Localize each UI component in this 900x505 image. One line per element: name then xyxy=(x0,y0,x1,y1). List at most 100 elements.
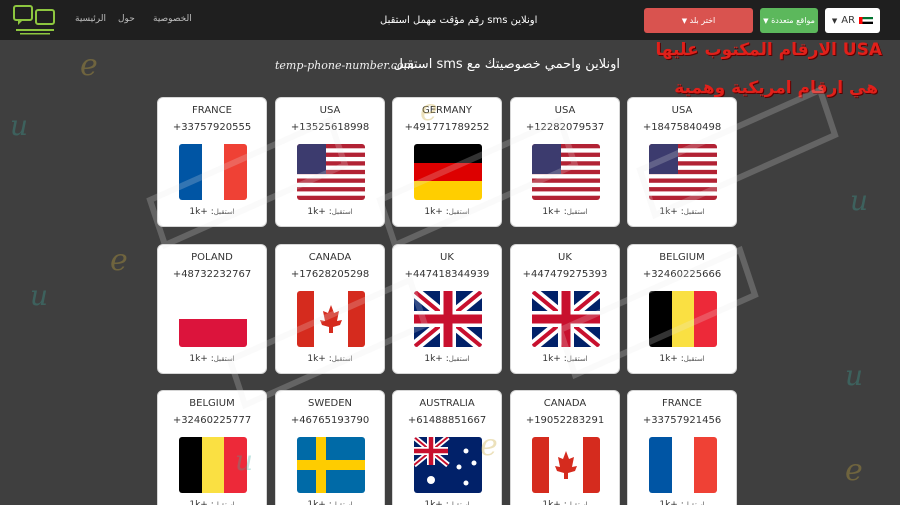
card-received-count: 1k+ :استقبل xyxy=(393,500,501,505)
number-card[interactable]: BELGIUM +32460225666 1k+ :استقبل xyxy=(627,244,737,374)
nav-link-home[interactable]: الرئيسية xyxy=(75,14,106,24)
card-country: CANADA xyxy=(308,252,352,263)
card-phone-number[interactable]: +12282079537 xyxy=(511,122,619,133)
received-label: استقبل xyxy=(448,208,470,216)
received-value: 1k+ xyxy=(424,207,443,217)
uae-flag-icon xyxy=(859,17,874,24)
card-country: UK xyxy=(558,252,572,263)
number-card[interactable]: UK +447418344939 1k+ :استقبل xyxy=(392,244,502,374)
received-label: استقبل xyxy=(213,355,235,363)
number-card[interactable]: USA +18475840498 1k+ :استقبل xyxy=(627,97,737,227)
received-value: 1k+ xyxy=(424,354,443,364)
svg-text:e: e xyxy=(80,48,98,83)
number-card[interactable]: GERMANY +491771789252 1k+ :استقبل xyxy=(392,97,502,227)
received-label: استقبل xyxy=(213,208,235,216)
card-phone-number[interactable]: +32460225777 xyxy=(158,415,266,426)
card-country: GERMANY xyxy=(421,105,473,116)
heading-text: استقبل sms اونلاين واحمي خصوصيتك مع xyxy=(393,57,620,72)
card-phone-number[interactable]: +447418344939 xyxy=(393,269,501,280)
received-label: استقبل xyxy=(566,355,588,363)
card-phone-number[interactable]: +18475840498 xyxy=(628,122,736,133)
flag-us-icon xyxy=(649,144,717,200)
flag-be-icon xyxy=(179,437,247,493)
card-phone-number[interactable]: +46765193790 xyxy=(276,415,384,426)
card-phone-number[interactable]: +48732232767 xyxy=(158,269,266,280)
card-received-count: 1k+ :استقبل xyxy=(189,354,235,364)
card-phone-number[interactable]: +447479275393 xyxy=(511,269,619,280)
card-received-count: 1k+ :استقبل xyxy=(276,500,384,505)
number-card[interactable]: BELGIUM +32460225777 1k+ :استقبل xyxy=(157,390,267,505)
multiple-sites-button[interactable]: ▼ مواقع متعددة xyxy=(760,8,818,33)
nav-link-about[interactable]: حول xyxy=(118,14,135,24)
flag-pl-icon xyxy=(179,291,247,347)
card-received-count: 1k+ :استقبل xyxy=(307,354,353,364)
received-label: استقبل xyxy=(331,355,353,363)
caret-down-icon: ▼ xyxy=(681,16,688,25)
number-card[interactable]: CANADA +17628205298 1k+ :استقبل xyxy=(275,244,385,374)
card-country: BELGIUM xyxy=(659,252,705,263)
received-label: استقبل xyxy=(331,501,353,505)
received-value: 1k+ xyxy=(307,207,326,217)
card-phone-number[interactable]: +17628205298 xyxy=(276,269,384,280)
card-country: USA xyxy=(319,105,341,116)
number-card[interactable]: SWEDEN +46765193790 1k+ :استقبل xyxy=(275,390,385,505)
received-label: استقبل xyxy=(331,208,353,216)
flag-be-icon xyxy=(649,291,717,347)
number-card[interactable]: USA +13525618998 1k+ :استقبل xyxy=(275,97,385,227)
number-card[interactable]: POLAND +48732232767 1k+ :استقبل xyxy=(157,244,267,374)
card-phone-number[interactable]: +13525618998 xyxy=(276,122,384,133)
received-value: 1k+ xyxy=(542,500,561,505)
card-phone-number[interactable]: +491771789252 xyxy=(393,122,501,133)
flag-uk-icon xyxy=(414,291,482,347)
svg-text:u: u xyxy=(10,109,28,142)
received-label: استقبل xyxy=(683,501,705,505)
number-card[interactable]: USA +12282079537 1k+ :استقبل xyxy=(510,97,620,227)
received-label: استقبل xyxy=(566,208,588,216)
number-card[interactable]: FRANCE +33757920555 1k+ :استقبل xyxy=(157,97,267,227)
card-phone-number[interactable]: +19052283291 xyxy=(511,415,619,426)
card-country: BELGIUM xyxy=(189,398,235,409)
overlay-caption-line2: هي ارقام امريكية وهمية xyxy=(674,78,878,98)
received-label: استقبل xyxy=(213,501,235,505)
card-phone-number[interactable]: +33757921456 xyxy=(628,415,736,426)
flag-au-icon xyxy=(414,437,482,493)
page-heading: temp-phone-number.com استقبل sms اونلاين… xyxy=(275,57,620,77)
number-card[interactable]: FRANCE +33757921456 1k+ :استقبل xyxy=(627,390,737,505)
number-card[interactable]: UK +447479275393 1k+ :استقبل xyxy=(510,244,620,374)
received-value: 1k+ xyxy=(307,354,326,364)
received-value: 1k+ xyxy=(189,207,208,217)
number-card[interactable]: CANADA +19052283291 1k+ :استقبل xyxy=(510,390,620,505)
received-value: 1k+ xyxy=(307,500,326,505)
received-value: 1k+ xyxy=(659,500,678,505)
received-label: استقبل xyxy=(683,355,705,363)
card-received-count: 1k+ :استقبل xyxy=(628,500,736,505)
received-label: استقبل xyxy=(683,208,705,216)
nav-link-privacy[interactable]: الخصوصية xyxy=(153,14,192,24)
svg-text:u: u xyxy=(30,279,48,312)
flag-se-icon xyxy=(297,437,365,493)
flag-uk-icon xyxy=(532,291,600,347)
flag-us-icon xyxy=(532,144,600,200)
received-value: 1k+ xyxy=(189,500,208,505)
card-country: SWEDEN xyxy=(307,398,353,409)
site-logo[interactable] xyxy=(12,4,58,36)
number-card[interactable]: AUSTRALIA +61488851667 1k+ :استقبل xyxy=(392,390,502,505)
card-country: UK xyxy=(440,252,454,263)
received-label: استقبل xyxy=(448,501,470,505)
overlay-caption-line1: الارقام المكتوب عليها USA xyxy=(655,40,882,60)
site-title: رقم مؤقت مهمل استقبل sms اونلاين xyxy=(380,15,538,26)
choose-country-button[interactable]: ▼ اختر بلد xyxy=(644,8,753,33)
received-value: 1k+ xyxy=(424,500,443,505)
card-received-count: 1k+ :استقبل xyxy=(542,354,588,364)
card-country: USA xyxy=(671,105,693,116)
flag-fr-icon xyxy=(649,437,717,493)
card-received-count: 1k+ :استقبل xyxy=(189,207,235,217)
card-phone-number[interactable]: +33757920555 xyxy=(158,122,266,133)
flag-us-icon xyxy=(297,144,365,200)
card-country: FRANCE xyxy=(192,105,232,116)
card-phone-number[interactable]: +61488851667 xyxy=(393,415,501,426)
card-phone-number[interactable]: +32460225666 xyxy=(628,269,736,280)
language-button[interactable]: ▼ AR xyxy=(825,8,880,33)
card-received-count: 1k+ :استقبل xyxy=(424,354,470,364)
svg-text:u: u xyxy=(845,359,863,392)
